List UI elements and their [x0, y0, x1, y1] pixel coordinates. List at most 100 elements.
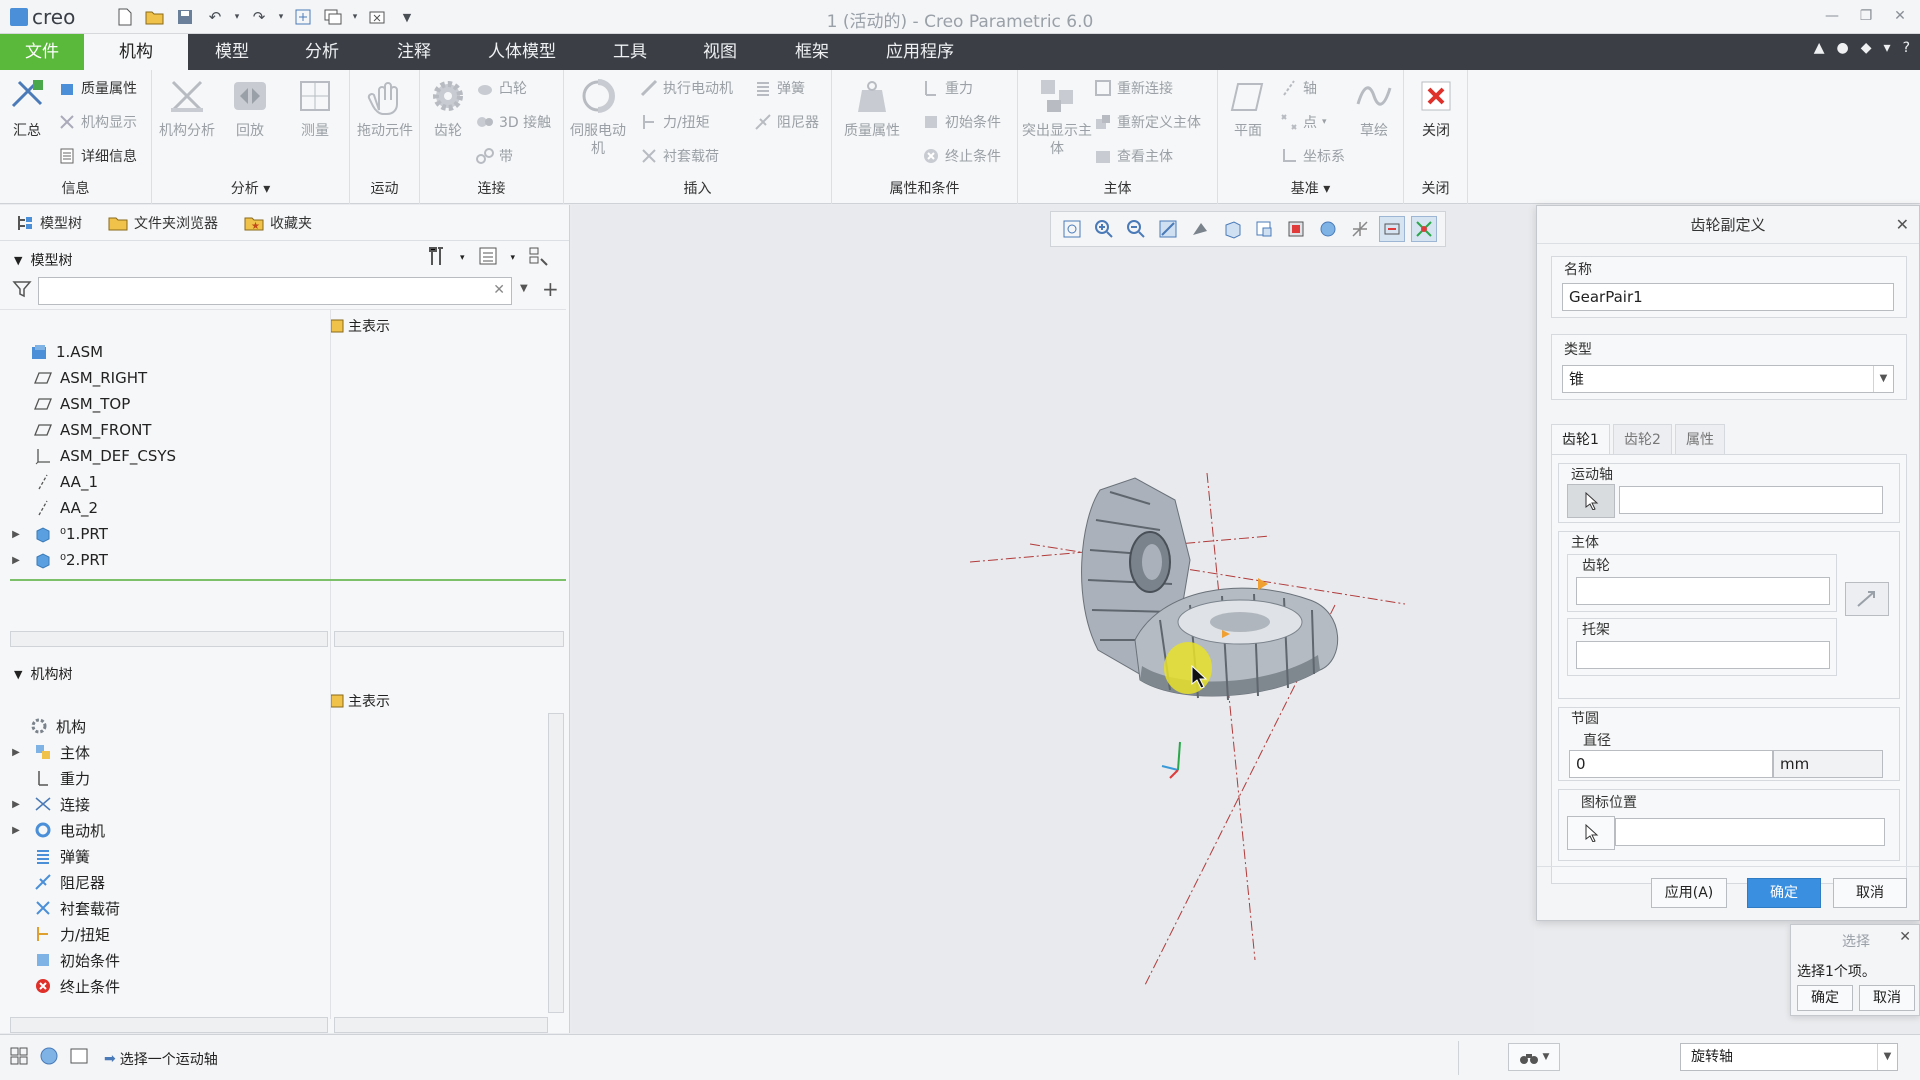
diameter-input[interactable]: 0: [1569, 750, 1773, 778]
tab-frame[interactable]: 框架: [764, 34, 860, 70]
tree-row[interactable]: 重力: [10, 765, 330, 791]
measure-button[interactable]: 测量: [286, 76, 344, 140]
tab-file[interactable]: 文件: [0, 34, 84, 70]
cam-button[interactable]: 凸轮: [476, 76, 527, 100]
tab-mechanism[interactable]: 机构: [84, 34, 188, 70]
playback-button[interactable]: 回放: [222, 76, 278, 140]
redo-icon[interactable]: ↷: [246, 4, 272, 30]
expand-arrow-icon[interactable]: ▶: [10, 555, 22, 566]
ok-button[interactable]: 确定: [1747, 878, 1821, 908]
belt-button[interactable]: 带: [476, 144, 513, 168]
zoom-in-icon[interactable]: [1091, 216, 1117, 242]
display-style-icon[interactable]: [1187, 216, 1213, 242]
bushing-load-button[interactable]: 衬套载荷: [640, 144, 719, 168]
gear-body-collector[interactable]: [1576, 577, 1830, 605]
group-datum-label[interactable]: 基准 ▾: [1218, 178, 1403, 198]
repaint-icon[interactable]: [1155, 216, 1181, 242]
carrier-collector[interactable]: [1576, 641, 1830, 669]
filter-funnel-icon[interactable]: [12, 279, 32, 303]
collapse-triangle-icon[interactable]: ▼: [14, 254, 22, 267]
details-button[interactable]: 详细信息: [58, 144, 137, 168]
find-dropdown-icon[interactable]: ▼: [1543, 1052, 1550, 1062]
select-popup-cancel-button[interactable]: 取消: [1859, 985, 1915, 1011]
view-bodies-button[interactable]: 查看主体: [1094, 144, 1173, 168]
csys-button[interactable]: 坐标系: [1280, 144, 1345, 168]
graphics-viewport[interactable]: [572, 205, 1534, 1033]
tree-row[interactable]: ASM_FRONT: [10, 417, 330, 443]
tree-row[interactable]: 机构: [10, 713, 330, 739]
motion-axis-collector[interactable]: [1619, 486, 1883, 514]
mech-display-button[interactable]: 机构显示: [58, 110, 137, 134]
tree-row[interactable]: ▶ 连接: [10, 791, 330, 817]
collapse-ribbon-icon[interactable]: ▲: [1814, 40, 1825, 56]
tree-row[interactable]: ▶ ⁰2.PRT: [10, 547, 330, 573]
model-tree-hscroll[interactable]: [10, 631, 328, 647]
close-icon[interactable]: ✕: [1888, 4, 1912, 28]
axis-button[interactable]: 轴: [1280, 76, 1317, 100]
mech-display-toggle-icon[interactable]: [1379, 216, 1405, 242]
tab-manikin[interactable]: 人体模型: [460, 34, 584, 70]
mech-tree-hscroll[interactable]: [10, 1017, 328, 1033]
mech-tree-column-header[interactable]: 主表示: [330, 689, 390, 713]
select-popup-close-icon[interactable]: ✕: [1899, 929, 1911, 945]
tab-model-tree[interactable]: 模型树: [10, 213, 88, 233]
add-icon[interactable]: +: [542, 277, 559, 301]
tab-favorites[interactable]: ★ 收藏夹: [238, 213, 318, 233]
tree-row[interactable]: 阻尼器: [10, 869, 330, 895]
redefine-bodies-button[interactable]: 重新定义主体: [1094, 110, 1201, 134]
filter-dropdown-icon[interactable]: ▼: [1877, 1044, 1897, 1070]
view-manager-icon[interactable]: [1251, 216, 1277, 242]
close-window-icon[interactable]: [364, 4, 390, 30]
tree-row[interactable]: 终止条件: [10, 973, 330, 999]
perspective-icon[interactable]: [1283, 216, 1309, 242]
group-analysis-label[interactable]: 分析 ▾: [152, 178, 349, 198]
new-file-icon[interactable]: [112, 4, 138, 30]
cancel-button[interactable]: 取消: [1833, 878, 1907, 908]
restore-icon[interactable]: ❐: [1854, 4, 1878, 28]
saved-orientations-icon[interactable]: [1219, 216, 1245, 242]
tree-row[interactable]: ASM_RIGHT: [10, 365, 330, 391]
regenerate-icon[interactable]: [290, 4, 316, 30]
tree-row[interactable]: ▶ ⁰1.PRT: [10, 521, 330, 547]
tab-gear1[interactable]: 齿轮1: [1551, 424, 1610, 454]
show-dropdown-icon[interactable]: ▾: [511, 253, 516, 263]
find-button[interactable]: ▼: [1508, 1043, 1560, 1071]
summary-button[interactable]: 汇总: [0, 76, 54, 140]
tree-row[interactable]: 弹簧: [10, 843, 330, 869]
expand-arrow-icon[interactable]: ▶: [10, 825, 22, 836]
point-dropdown-icon[interactable]: ▾: [1322, 117, 1327, 127]
motion-axis-select-button[interactable]: [1567, 484, 1615, 518]
damper-button[interactable]: 阻尼器: [754, 110, 819, 134]
gear-button[interactable]: 齿轮: [422, 76, 474, 140]
point-button[interactable]: 点 ▾: [1280, 110, 1327, 134]
tab-view[interactable]: 视图: [676, 34, 764, 70]
name-input[interactable]: GearPair1: [1562, 283, 1894, 311]
tab-folder-browser[interactable]: 文件夹浏览器: [102, 213, 224, 233]
save-icon[interactable]: [172, 4, 198, 30]
highlight-bodies-button[interactable]: 突出显示主体: [1020, 76, 1094, 158]
select-popup-ok-button[interactable]: 确定: [1797, 985, 1853, 1011]
initial-condition-button[interactable]: 初始条件: [922, 110, 1001, 134]
tree-row[interactable]: AA_1: [10, 469, 330, 495]
plane-button[interactable]: 平面: [1220, 76, 1276, 140]
type-select[interactable]: 锥 ▼: [1562, 365, 1894, 393]
drag-components-button[interactable]: 拖动元件: [354, 76, 416, 140]
close-mechanism-button[interactable]: 关闭: [1408, 76, 1464, 140]
learning-icon[interactable]: ◆: [1861, 40, 1872, 56]
icon-location-collector[interactable]: [1615, 818, 1885, 846]
gravity-button[interactable]: 重力: [922, 76, 973, 100]
tab-properties[interactable]: 属性: [1675, 424, 1725, 454]
model-tree-column-header[interactable]: 主表示: [330, 314, 390, 338]
tree-row[interactable]: 衬套载荷: [10, 895, 330, 921]
tree-search-input[interactable]: ✕: [38, 277, 512, 305]
open-folder-icon[interactable]: [142, 4, 168, 30]
tree-row[interactable]: ▶ 电动机: [10, 817, 330, 843]
tab-model[interactable]: 模型: [188, 34, 276, 70]
chevron-down-icon[interactable]: ▼: [1873, 366, 1893, 392]
navigator-toggle-icon[interactable]: [8, 1045, 30, 1067]
tree-filter-columns-icon[interactable]: [527, 245, 549, 271]
gear-model-graphic[interactable]: [572, 205, 1534, 1033]
redo-dropdown-icon[interactable]: ▾: [276, 4, 286, 30]
windows-icon[interactable]: [320, 4, 346, 30]
servo-motor-button[interactable]: 伺服电动机: [566, 76, 630, 158]
